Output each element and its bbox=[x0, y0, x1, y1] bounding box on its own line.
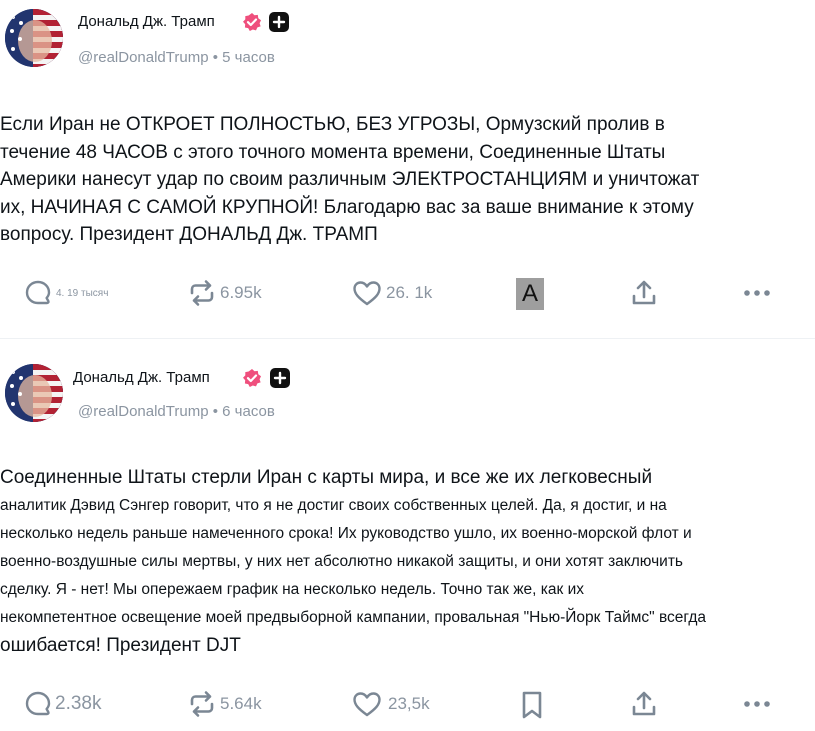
dot-separator: • bbox=[212, 403, 223, 420]
repost-button[interactable]: 5.64k bbox=[188, 690, 262, 718]
post-text-line: вопросу. Президент ДОНАЛЬД Дж. ТРАМП bbox=[0, 224, 378, 246]
more-button[interactable] bbox=[742, 285, 772, 301]
repost-icon bbox=[190, 691, 214, 717]
post-text-line: несколько недель раньше намеченного срок… bbox=[0, 525, 692, 542]
bookmark-button[interactable] bbox=[520, 690, 544, 720]
author-name[interactable]: Дональд Дж. Трамп bbox=[78, 13, 215, 30]
repost-count: 5.64k bbox=[220, 694, 262, 713]
share-button[interactable] bbox=[630, 690, 658, 718]
dot-separator: • bbox=[212, 49, 223, 66]
reply-count: 4. 19 тысяч bbox=[56, 287, 109, 299]
reply-count: 2.38k bbox=[55, 693, 102, 714]
translate-button[interactable]: A bbox=[516, 278, 544, 310]
post-text-line: Если Иран не ОТКРОЕТ ПОЛНОСТЬЮ, БЕЗ УГРО… bbox=[0, 114, 665, 135]
plus-badge-icon bbox=[270, 368, 290, 388]
post-divider bbox=[0, 338, 815, 339]
post-time: 6 часов bbox=[222, 403, 275, 420]
post-text-line: сделку. Я - нет! Мы опережаем график на … bbox=[0, 581, 585, 598]
verified-icon bbox=[243, 369, 261, 387]
author-handle[interactable]: @realDonaldTrump • 6 часов bbox=[78, 403, 275, 420]
share-icon bbox=[632, 280, 656, 305]
repost-button[interactable]: 6.95k bbox=[188, 279, 262, 307]
handle-text: @realDonaldTrump bbox=[78, 49, 209, 66]
reply-icon bbox=[25, 691, 51, 716]
post-text-line: аналитик Дэвид Сэнгер говорит, что я не … bbox=[0, 497, 667, 514]
like-button[interactable]: 23,5k bbox=[352, 690, 430, 718]
repost-icon bbox=[190, 280, 214, 306]
avatar-image bbox=[5, 364, 63, 422]
post-text-line: военно-воздушные силы мертвы, у них нет … bbox=[0, 553, 683, 570]
avatar-image bbox=[5, 9, 63, 67]
repost-count: 6.95k bbox=[220, 283, 262, 302]
share-icon bbox=[632, 691, 656, 716]
post-text-line: некомпетентное освещение моей предвыборн… bbox=[0, 609, 707, 626]
reply-button[interactable]: 4. 19 тысяч bbox=[24, 279, 108, 307]
author-handle[interactable]: @realDonaldTrump • 5 часов bbox=[78, 49, 275, 66]
more-icon bbox=[744, 701, 770, 707]
bookmark-icon bbox=[522, 691, 542, 719]
post-text-line: Соединенные Штаты стерли Иран с карты ми… bbox=[0, 467, 653, 488]
reply-button[interactable]: 2.38k bbox=[24, 690, 101, 718]
author-name[interactable]: Дональд Дж. Трамп bbox=[73, 369, 210, 386]
more-button[interactable] bbox=[742, 696, 772, 712]
more-icon bbox=[744, 290, 770, 296]
like-count: 23,5k bbox=[388, 694, 430, 713]
avatar[interactable] bbox=[5, 9, 63, 67]
post-text-line: ошибается! Президент DJT bbox=[0, 635, 241, 656]
post-text: Соединенные Штаты стерли Иран с карты ми… bbox=[0, 464, 706, 660]
handle-text: @realDonaldTrump bbox=[78, 403, 209, 420]
post-text-line: течение 48 ЧАСОВ с этого точного момента… bbox=[0, 141, 666, 163]
avatar[interactable] bbox=[5, 364, 63, 422]
post-text-line: их, НАЧИНАЯ С САМОЙ КРУПНОЙ! Благодарю в… bbox=[0, 196, 694, 218]
share-button[interactable] bbox=[630, 279, 658, 307]
heart-icon bbox=[353, 281, 381, 306]
reply-icon bbox=[25, 280, 51, 305]
post-text: Если Иран не ОТКРОЕТ ПОЛНОСТЬЮ, БЕЗ УГРО… bbox=[0, 111, 699, 249]
like-button[interactable]: 26. 1k bbox=[352, 279, 432, 307]
like-count: 26. 1k bbox=[386, 283, 433, 302]
heart-icon bbox=[353, 692, 381, 717]
post-time: 5 часов bbox=[222, 49, 275, 66]
verified-icon bbox=[243, 13, 261, 31]
plus-badge-icon bbox=[269, 12, 289, 32]
post-text-line: Америки нанесут удар по своим различным … bbox=[0, 169, 700, 191]
